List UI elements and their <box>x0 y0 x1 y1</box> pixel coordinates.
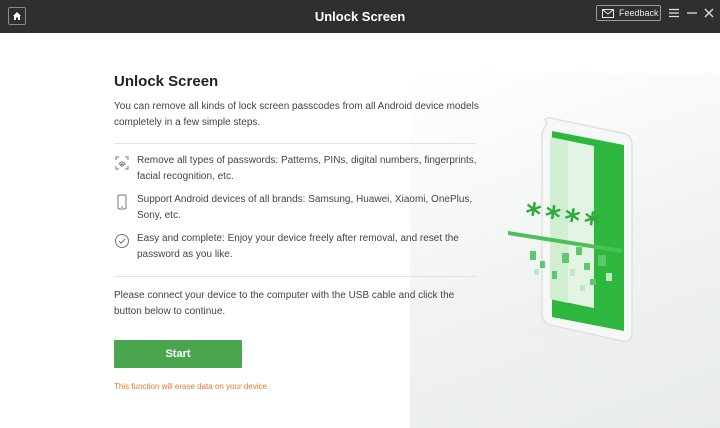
connect-instructions: Please connect your device to the comput… <box>114 290 455 317</box>
page-subtitle: You can remove all kinds of lock screen … <box>114 101 479 128</box>
feature-text: Remove all types of passwords: Patterns,… <box>137 155 477 182</box>
title-bar: Unlock Screen Feedback <box>0 0 720 33</box>
erase-warning: This function will erase data on your de… <box>114 382 270 391</box>
mail-icon <box>602 9 614 18</box>
phone-unlock-illustration: **** <box>508 117 712 368</box>
divider <box>114 143 476 144</box>
fingerprint-icon <box>115 156 129 170</box>
divider <box>114 276 476 277</box>
start-button[interactable]: Start <box>114 340 242 368</box>
main-content: Unlock Screen You can remove all kinds o… <box>0 33 720 428</box>
feature-text: Easy and complete: Enjoy your device fre… <box>137 233 459 260</box>
check-circle-icon <box>115 234 129 248</box>
phone-icon <box>117 194 127 210</box>
menu-icon[interactable] <box>668 7 680 19</box>
page-title: Unlock Screen <box>114 73 219 90</box>
feedback-label: Feedback <box>619 8 659 18</box>
close-icon[interactable] <box>703 7 715 19</box>
feedback-button[interactable]: Feedback <box>596 5 661 21</box>
minimize-icon[interactable] <box>686 7 698 19</box>
feature-text: Support Android devices of all brands: S… <box>137 194 473 221</box>
